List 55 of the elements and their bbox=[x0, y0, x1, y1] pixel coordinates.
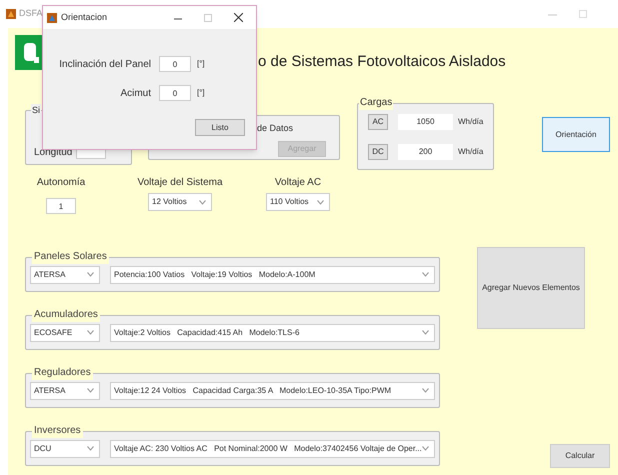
field-label: Autonomía bbox=[36, 176, 86, 190]
orientation-button[interactable]: Orientación bbox=[542, 117, 610, 152]
chevron-down-icon bbox=[87, 330, 94, 335]
app-heading: o de Sistemas Fotovoltaicos Aislados bbox=[258, 52, 506, 72]
group-title: Paneles Solares bbox=[32, 249, 109, 264]
angle-field[interactable]: 0 bbox=[159, 56, 191, 72]
maximize-icon[interactable] bbox=[579, 10, 587, 18]
brand-dropdown[interactable]: ATERSA bbox=[30, 266, 100, 284]
field-label: Voltaje del Sistema bbox=[137, 176, 223, 190]
window-title: DSFA bbox=[19, 7, 43, 20]
logo-icon bbox=[15, 35, 45, 70]
dialog-title: Orientacion bbox=[61, 10, 108, 24]
field-label: Voltaje AC bbox=[274, 176, 322, 190]
chevron-down-icon bbox=[87, 446, 94, 451]
app-icon bbox=[47, 12, 57, 22]
group-title: Reguladores bbox=[32, 365, 93, 380]
load-type-button[interactable]: AC bbox=[368, 114, 388, 130]
load-type-button[interactable]: DC bbox=[368, 144, 388, 160]
field-label: Inclinación del Panel bbox=[58, 58, 151, 72]
brand-dropdown[interactable]: ATERSA bbox=[30, 382, 100, 400]
chevron-down-icon bbox=[422, 446, 429, 451]
angle-field[interactable]: 0 bbox=[159, 85, 191, 101]
unit-label: Wh/día bbox=[458, 146, 484, 158]
brand-dropdown[interactable]: ECOSAFE bbox=[30, 324, 100, 342]
autonomy-field[interactable]: 1 bbox=[46, 198, 76, 214]
chevron-down-icon bbox=[422, 388, 429, 393]
model-dropdown[interactable]: Voltaje AC: 230 Voltios AC Pot Nominal:2000 W Modelo:37402456 Voltaje de Oper... bbox=[110, 440, 435, 458]
field-label: Acimut bbox=[119, 86, 151, 100]
voltage-dropdown[interactable]: 110 Voltios bbox=[266, 193, 330, 211]
chevron-down-icon bbox=[87, 388, 94, 393]
chevron-down-icon bbox=[317, 200, 324, 204]
maximize-icon[interactable] bbox=[204, 14, 212, 22]
chevron-down-icon bbox=[199, 200, 206, 204]
done-button[interactable]: Listo bbox=[195, 119, 245, 136]
group-title: Cargas bbox=[359, 95, 394, 110]
close-icon[interactable] bbox=[234, 13, 243, 22]
model-dropdown[interactable]: Voltaje:2 Voltios Capacidad:415 Ah Modelo:TLS-6 bbox=[110, 324, 435, 342]
app-icon bbox=[6, 9, 16, 19]
group-title: Acumuladores bbox=[32, 307, 100, 322]
model-dropdown[interactable]: Voltaje:12 24 Voltios Capacidad Carga:35 A Modelo:LEO-10-35A Tipo:PWM bbox=[110, 382, 435, 400]
brand-dropdown[interactable]: DCU bbox=[30, 440, 100, 458]
chevron-down-icon bbox=[422, 272, 429, 277]
unit-label: Wh/día bbox=[458, 116, 484, 128]
calculate-button[interactable]: Calcular bbox=[550, 444, 610, 468]
group-title: Inversores bbox=[32, 423, 83, 438]
load-field[interactable]: 1050 bbox=[398, 114, 453, 130]
load-field[interactable]: 200 bbox=[398, 144, 453, 160]
unit-label: [°] bbox=[197, 58, 205, 70]
unit-label: [°] bbox=[197, 87, 205, 99]
group-title: de Datos bbox=[257, 122, 294, 135]
chevron-down-icon bbox=[87, 272, 94, 277]
chevron-down-icon bbox=[422, 330, 429, 335]
voltage-dropdown[interactable]: 12 Voltios bbox=[148, 193, 212, 211]
model-dropdown[interactable]: Potencia:100 Vatios Voltaje:19 Voltios Modelo:A-100M bbox=[110, 266, 435, 284]
add-elements-button[interactable]: Agregar Nuevos Elementos bbox=[477, 247, 585, 329]
